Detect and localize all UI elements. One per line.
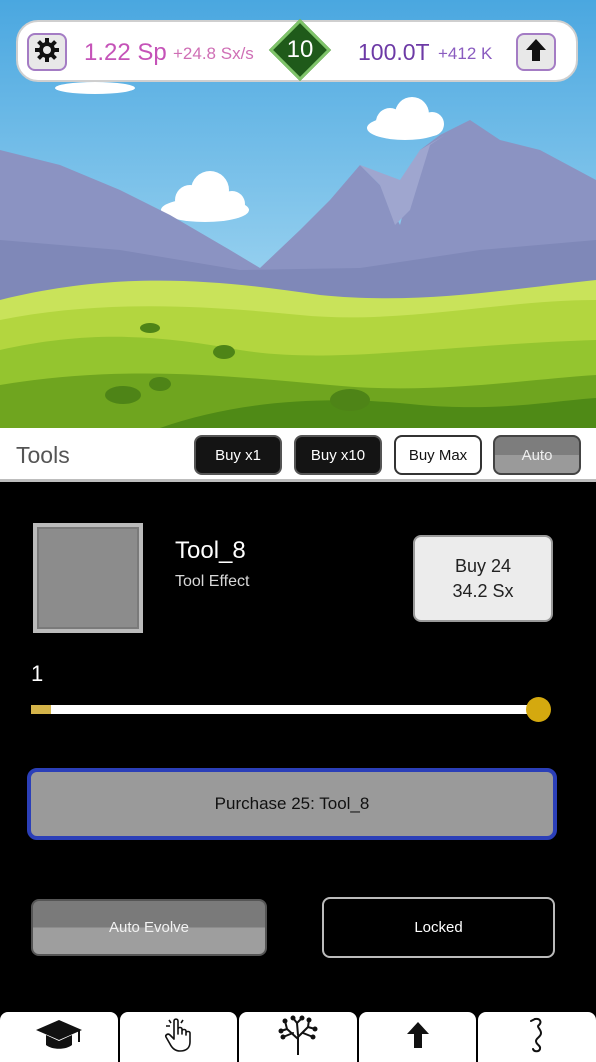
quantity-slider-track[interactable]: [31, 705, 538, 714]
arrow-up-icon: [406, 1021, 430, 1054]
nav-tab-upgrades[interactable]: [358, 1012, 477, 1062]
nav-tab-evolve[interactable]: [478, 1012, 596, 1062]
level-badge: 10: [268, 18, 332, 82]
gear-icon: [34, 37, 60, 68]
auto-evolve-button[interactable]: Auto Evolve: [31, 899, 267, 956]
tools-title: Tools: [16, 442, 70, 468]
settings-button[interactable]: [27, 33, 67, 71]
tree-icon: [275, 1015, 321, 1060]
arrow-up-icon: [525, 38, 547, 67]
tool-effect: Tool Effect: [175, 573, 250, 590]
primary-currency: 1.22 Sp: [84, 39, 167, 66]
tools-header: Tools Buy x1 Buy x10 Buy Max Auto: [0, 428, 596, 482]
nav-tab-tree[interactable]: [239, 1012, 357, 1062]
tool-thumbnail: [33, 523, 143, 633]
level-number: 10: [286, 36, 314, 63]
status-bar: 1.22 Sp +24.8 Sx/s 10 100.0T +412 K: [16, 18, 578, 82]
graduation-cap-icon: [34, 1017, 84, 1058]
slider-handle[interactable]: [526, 697, 551, 722]
secondary-currency-rate: +412 K: [438, 44, 493, 63]
buy-auto-button[interactable]: Auto: [493, 435, 581, 475]
tap-hand-icon: [163, 1017, 193, 1058]
slider-fill: [31, 705, 52, 714]
bottom-nav: [0, 1012, 596, 1062]
buy-x10-button[interactable]: Buy x10: [294, 435, 382, 475]
locked-button[interactable]: Locked: [322, 897, 555, 958]
buy-max-button[interactable]: Buy Max: [394, 435, 482, 475]
buy-x1-button[interactable]: Buy x1: [194, 435, 282, 475]
seahorse-icon: [527, 1017, 547, 1058]
secondary-currency: 100.0T: [358, 39, 430, 65]
nav-tab-research[interactable]: [0, 1012, 118, 1062]
buy-tool-button[interactable]: Buy 24 34.2 Sx: [413, 535, 553, 622]
nav-tab-tap[interactable]: [119, 1012, 238, 1062]
slider-value: 1: [31, 661, 44, 686]
primary-currency-rate: +24.8 Sx/s: [173, 44, 254, 63]
tool-name: Tool_8: [175, 537, 246, 564]
buy-tool-cost: 34.2 Sx: [452, 580, 514, 601]
buy-tool-quantity: Buy 24: [454, 555, 512, 576]
purchase-button[interactable]: Purchase 25: Tool_8: [27, 768, 557, 840]
upgrade-button[interactable]: [516, 33, 556, 71]
